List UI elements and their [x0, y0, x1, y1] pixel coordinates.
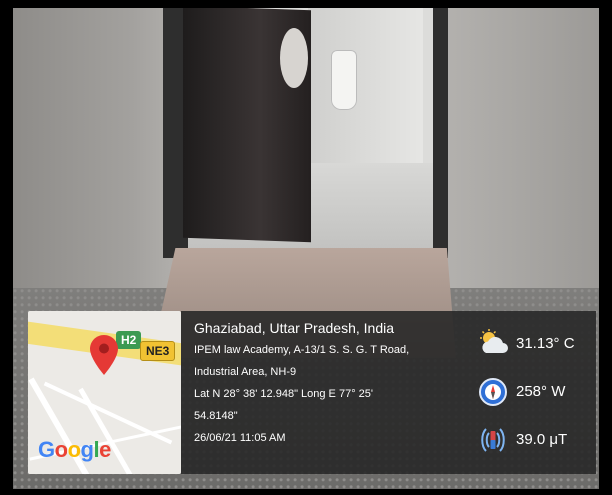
heading-stat: 258° W: [478, 377, 593, 407]
address-block: Ghaziabad, Uttar Pradesh, India IPEM law…: [194, 317, 454, 449]
highway-shield-nh2: H2: [116, 331, 142, 349]
photo-frame: H2 NE3 Google Ghaziabad, Uttar Pradesh, …: [0, 0, 612, 495]
coordinates-line: Lat N 28° 38' 12.948" Long E 77° 25': [194, 388, 373, 400]
wall-left: [13, 8, 183, 308]
temperature-stat: 31.13° C: [478, 329, 593, 359]
door-handle-plate: [280, 28, 308, 88]
magnetic-field-icon: [481, 428, 505, 452]
bathroom-wall: [308, 8, 423, 178]
google-logo: Google: [38, 437, 111, 462]
toilet: [331, 50, 357, 110]
map-thumbnail[interactable]: H2 NE3 Google: [28, 311, 181, 474]
timestamp: 26/06/21 11:05 AM: [194, 432, 286, 444]
weather-partly-cloudy-icon: [480, 329, 508, 353]
heading-value: 258° W: [516, 383, 566, 400]
magnetic-stat: 39.0 μT: [478, 425, 593, 455]
highway-shield-ne3: NE3: [140, 341, 176, 361]
wall-right: [438, 8, 599, 308]
info-panel: Ghaziabad, Uttar Pradesh, India IPEM law…: [181, 311, 596, 474]
address-line: IPEM law Academy, A-13/1 S. S. G. T Road…: [194, 344, 410, 356]
coordinates-line: 54.8148": [194, 410, 238, 422]
map-pin-icon: [90, 335, 118, 375]
magnetic-value: 39.0 μT: [516, 431, 568, 448]
compass-icon: [479, 378, 507, 406]
address-line: Industrial Area, NH-9: [194, 366, 297, 378]
geotag-overlay: H2 NE3 Google Ghaziabad, Uttar Pradesh, …: [28, 311, 596, 475]
temperature-value: 31.13° C: [516, 335, 575, 352]
location-title: Ghaziabad, Uttar Pradesh, India: [194, 320, 395, 336]
